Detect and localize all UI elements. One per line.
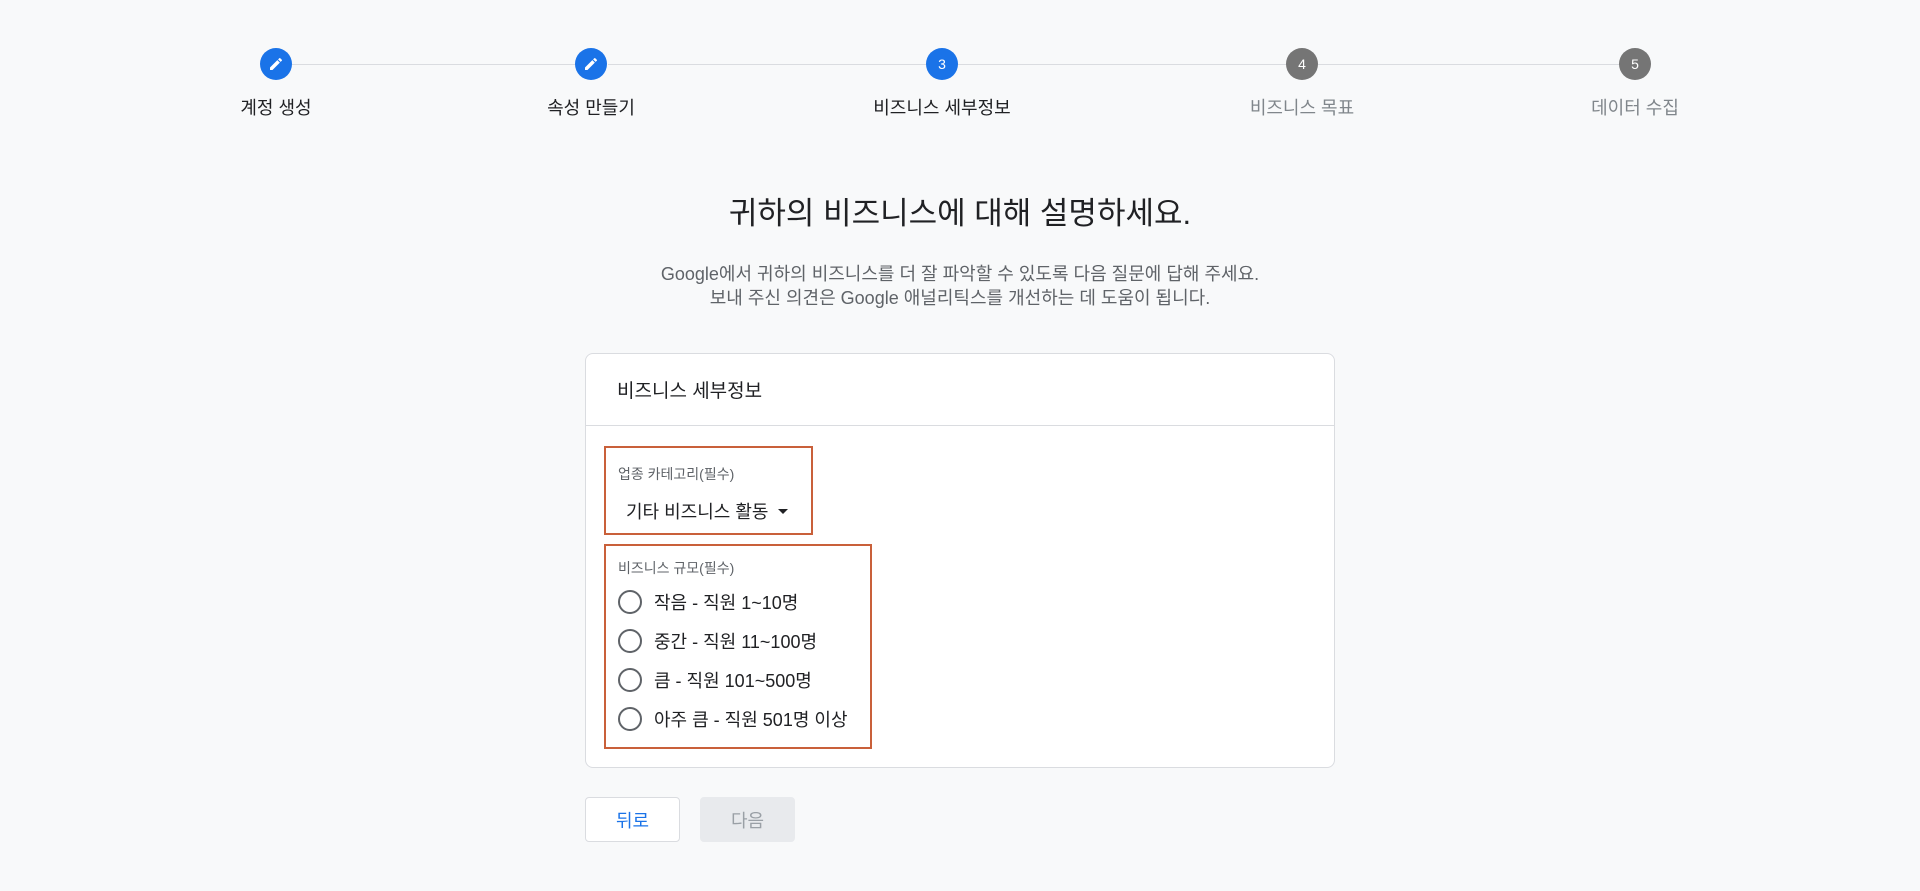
radio-button[interactable]	[618, 706, 642, 731]
step-data-collection: 5 데이터 수집	[1525, 48, 1745, 120]
radio-label: 큼 - 직원 101~500명	[654, 670, 812, 691]
size-option-medium[interactable]: 중간 - 직원 11~100명	[618, 621, 858, 660]
step-number: 5	[1619, 48, 1651, 80]
card-title: 비즈니스 세부정보	[586, 354, 1334, 426]
step-label: 비즈니스 세부정보	[873, 98, 1011, 118]
industry-category-dropdown[interactable]: 기타 비즈니스 활동	[626, 498, 789, 524]
back-button[interactable]: 뒤로	[585, 797, 680, 842]
radio-button[interactable]	[618, 667, 642, 692]
business-size-field: 비즈니스 규모(필수) 작음 - 직원 1~10명 중간 - 직원 11~100…	[604, 544, 872, 749]
step-number: 4	[1286, 48, 1318, 80]
caret-down-icon	[778, 508, 789, 514]
step-label: 계정 생성	[240, 98, 312, 118]
step-label: 비즈니스 목표	[1249, 98, 1355, 118]
industry-category-label: 업종 카테고리(필수)	[618, 466, 735, 482]
radio-label: 아주 큼 - 직원 501명 이상	[654, 709, 848, 730]
business-size-label: 비즈니스 규모(필수)	[618, 560, 735, 576]
industry-category-field: 업종 카테고리(필수) 기타 비즈니스 활동	[604, 446, 813, 535]
description-line: 보내 주신 의견은 Google 애널리틱스를 개선하는 데 도움이 됩니다.	[709, 288, 1211, 308]
stepper: 계정 생성 속성 만들기 3 비즈니스 세부정보 4 비즈니스 목표 5 데이터…	[0, 48, 1920, 128]
description-line: Google에서 귀하의 비즈니스를 더 잘 파악할 수 있도록 다음 질문에 …	[660, 264, 1260, 284]
size-option-very-large[interactable]: 아주 큼 - 직원 501명 이상	[618, 699, 858, 738]
next-button: 다음	[700, 797, 795, 842]
step-create-property[interactable]: 속성 만들기	[481, 48, 701, 120]
size-option-large[interactable]: 큼 - 직원 101~500명	[618, 660, 858, 699]
radio-label: 작음 - 직원 1~10명	[654, 592, 799, 613]
page-title: 귀하의 비즈니스에 대해 설명하세요.	[728, 196, 1192, 231]
step-label: 속성 만들기	[547, 98, 635, 118]
pencil-icon	[575, 48, 607, 80]
step-number: 3	[926, 48, 958, 80]
business-details-card: 비즈니스 세부정보 업종 카테고리(필수) 기타 비즈니스 활동 비즈니스 규모…	[585, 353, 1335, 768]
step-create-account[interactable]: 계정 생성	[166, 48, 386, 120]
industry-category-value: 기타 비즈니스 활동	[626, 502, 769, 522]
page-description: Google에서 귀하의 비즈니스를 더 잘 파악할 수 있도록 다음 질문에 …	[0, 262, 1920, 310]
radio-label: 중간 - 직원 11~100명	[654, 631, 818, 652]
radio-button[interactable]	[618, 628, 642, 653]
step-business-details[interactable]: 3 비즈니스 세부정보	[832, 48, 1052, 120]
step-label: 데이터 수집	[1591, 98, 1679, 118]
pencil-icon	[260, 48, 292, 80]
size-option-small[interactable]: 작음 - 직원 1~10명	[618, 582, 858, 621]
step-business-goals: 4 비즈니스 목표	[1192, 48, 1412, 120]
radio-button[interactable]	[618, 589, 642, 614]
